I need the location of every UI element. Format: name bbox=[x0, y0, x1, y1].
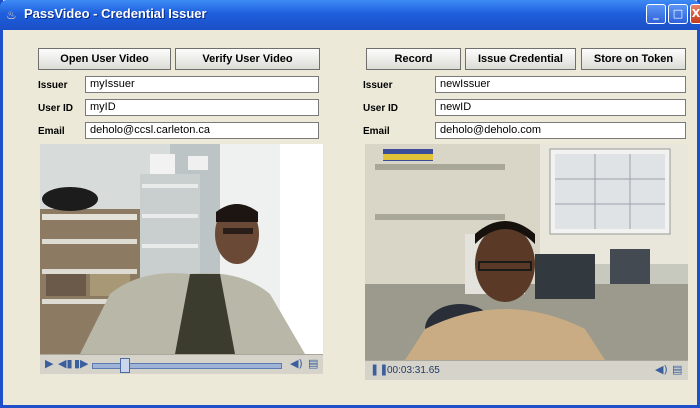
step-back-icon[interactable]: ◀▮ bbox=[58, 357, 73, 370]
video-frame-office-left bbox=[40, 144, 323, 354]
right-player-controls: ❚❚ 00:03:31.65 ◀) ▤ bbox=[365, 360, 688, 380]
user-video-left[interactable] bbox=[40, 144, 323, 354]
email-label: Email bbox=[38, 126, 65, 137]
issue-credential-button[interactable]: Issue Credential bbox=[465, 48, 576, 70]
pause-icon[interactable]: ❚❚ bbox=[370, 363, 388, 376]
close-button[interactable]: X bbox=[690, 4, 700, 24]
user-id-input[interactable]: myID bbox=[85, 99, 319, 116]
new-email-input[interactable]: deholo@deholo.com bbox=[435, 122, 686, 139]
step-forward-icon[interactable]: ▮▶ bbox=[74, 357, 89, 370]
settings-icon[interactable]: ▤ bbox=[308, 357, 318, 370]
playback-time: 00:03:31.65 bbox=[387, 365, 440, 376]
email-input[interactable]: deholo@ccsl.carleton.ca bbox=[85, 122, 319, 139]
video-frame-office-right bbox=[365, 144, 688, 360]
store-on-token-button[interactable]: Store on Token bbox=[581, 48, 686, 70]
java-cup-icon: ♨ bbox=[6, 8, 17, 22]
settings-icon-right[interactable]: ▤ bbox=[672, 363, 682, 376]
play-icon[interactable]: ▶ bbox=[45, 357, 53, 370]
new-user-id-input[interactable]: newID bbox=[435, 99, 686, 116]
verify-user-video-button[interactable]: Verify User Video bbox=[175, 48, 320, 70]
window-title: PassVideo - Credential Issuer bbox=[24, 6, 207, 21]
title-bar[interactable]: ♨ PassVideo - Credential Issuer _ □ X bbox=[0, 0, 700, 30]
volume-icon[interactable]: ◀) bbox=[290, 357, 303, 370]
new-issuer-input[interactable]: newIssuer bbox=[435, 76, 686, 93]
new-user-id-label: User ID bbox=[363, 103, 399, 114]
position-slider-thumb[interactable] bbox=[119, 358, 130, 373]
issuer-input[interactable]: myIssuer bbox=[85, 76, 319, 93]
app-window: ♨ PassVideo - Credential Issuer _ □ X Op… bbox=[0, 0, 700, 408]
volume-icon-right[interactable]: ◀) bbox=[655, 363, 668, 376]
new-email-label: Email bbox=[363, 126, 390, 137]
new-issuer-label: Issuer bbox=[363, 80, 393, 91]
minimize-button[interactable]: _ bbox=[646, 4, 666, 24]
open-user-video-button[interactable]: Open User Video bbox=[38, 48, 171, 70]
issuer-label: Issuer bbox=[38, 80, 68, 91]
user-video-right[interactable] bbox=[365, 144, 688, 360]
left-player-controls: ▶ ◀▮ ▮▶ ◀) ▤ bbox=[40, 354, 323, 374]
user-id-label: User ID bbox=[38, 103, 74, 114]
record-button[interactable]: Record bbox=[366, 48, 461, 70]
maximize-button[interactable]: □ bbox=[668, 4, 688, 24]
